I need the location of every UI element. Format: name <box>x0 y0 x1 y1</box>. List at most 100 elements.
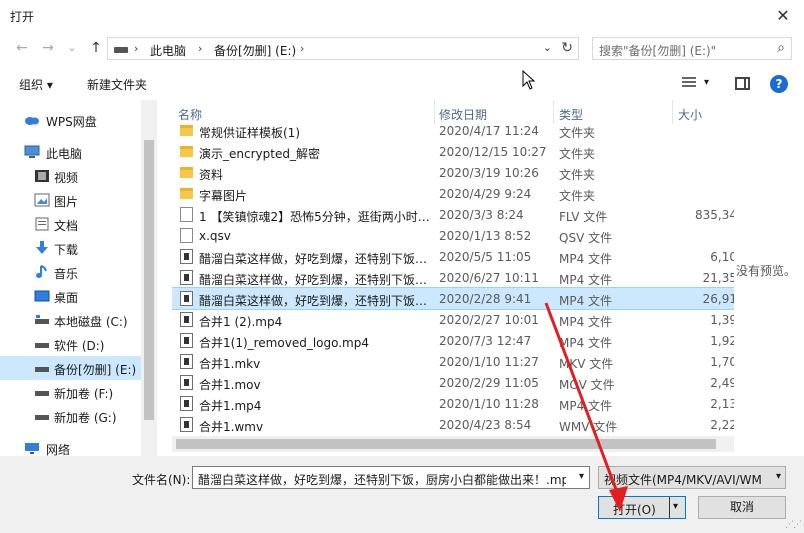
address-bar[interactable]: › 此电脑 › 备份[勿删] (E:) › ⌄ ↻ <box>107 37 579 60</box>
sidebar-item-label: 网络 <box>46 443 71 456</box>
file-type-dropdown-icon[interactable]: ▾ <box>776 471 781 482</box>
resize-grip-icon[interactable]: ⋰⋰ <box>785 520 802 530</box>
file-date-cell: 2020/1/13 8:52 <box>439 229 532 243</box>
file-size-cell: 2,22 <box>710 418 734 432</box>
table-row[interactable]: 醋溜白菜这样做，好吃到爆，还特别下饭… 2020/2/28 9:41 MP4 文件 2… <box>172 287 734 310</box>
sidebar-item-label: 新加卷 (G:) <box>54 411 117 425</box>
sidebar-item-desktop[interactable]: 桌面 <box>0 284 141 308</box>
back-arrow-icon[interactable]: ← <box>12 38 32 58</box>
drive-icon <box>35 343 49 348</box>
table-row[interactable]: 1 【笑镇惊魂2】恐怖5分钟，逛街两小时… 2020/3/3 8:24 FLV 文件… <box>172 204 734 225</box>
navigation-pane: WPS网盘 此电脑 视频 图片 文档 下载 音乐 桌面 本地磁盘 (C:) 软件… <box>0 100 157 456</box>
open-button[interactable]: 打开(O) ▾ <box>598 496 686 519</box>
file-date-cell: 2020/4/23 8:54 <box>439 418 532 432</box>
table-row[interactable]: 字幕图片 2020/4/29 9:24 文件夹 <box>172 183 734 204</box>
forward-arrow-icon[interactable]: → <box>38 38 58 58</box>
column-header-size[interactable]: 大小 <box>678 106 702 123</box>
sidebar-item-drive-g[interactable]: 新加卷 (G:) <box>0 404 141 428</box>
scrollbar-thumb[interactable] <box>176 439 716 449</box>
table-row[interactable]: x.qsv 2020/1/13 8:52 QSV 文件 <box>172 225 734 246</box>
view-options-icon[interactable] <box>682 77 696 89</box>
organize-button[interactable]: 组织 ▾ <box>19 76 53 93</box>
file-name-cell: x.qsv <box>199 229 231 243</box>
sidebar-item-pictures[interactable]: 图片 <box>0 188 141 212</box>
open-options-dropdown-icon[interactable]: ▾ <box>673 501 678 512</box>
sidebar-item-documents[interactable]: 文档 <box>0 212 141 236</box>
file-list-horizontal-scrollbar[interactable] <box>172 436 734 452</box>
sidebar-item-downloads[interactable]: 下载 <box>0 236 141 260</box>
refresh-icon[interactable]: ↻ <box>561 40 573 56</box>
table-row[interactable]: 合并1 (2).mp4 2020/2/27 10:01 MP4 文件 1,39 <box>172 309 734 330</box>
sidebar-item-drive-e[interactable]: 备份[勿删] (E:) <box>0 356 141 380</box>
file-name-cell: 合并1 (2).mp4 <box>199 315 283 329</box>
table-row[interactable]: 醋溜白菜这样做，好吃到爆，还特别下饭… 2020/5/5 11:05 MP4 文件 6… <box>172 246 734 267</box>
filename-label: 文件名(N): <box>132 473 191 487</box>
navigation-pane-scrollbar[interactable] <box>141 100 157 456</box>
file-type-cell: MP4 文件 <box>559 336 613 350</box>
table-row[interactable]: 醋溜白菜这样做，好吃到爆，还特别下饭… 2020/6/27 10:11 MP4 文件… <box>172 267 734 288</box>
recent-locations-chevron-icon[interactable]: ⌄ <box>62 38 82 58</box>
file-size-cell: 2,13 <box>710 397 734 411</box>
file-type-value: 视频文件(MP4/MKV/AVI/WM <box>604 473 762 487</box>
scrollbar-thumb[interactable] <box>144 140 154 420</box>
sidebar-item-drive-d[interactable]: 软件 (D:) <box>0 332 141 356</box>
table-row[interactable]: 合并1.mkv 2020/1/10 11:27 MKV 文件 1,70 <box>172 351 734 372</box>
file-name-cell: 常规供证样模板(1) <box>199 126 300 140</box>
column-divider[interactable] <box>434 100 435 124</box>
table-row[interactable]: 合并1.mp4 2020/1/10 11:28 MP4 文件 2,13 <box>172 393 734 414</box>
table-row[interactable]: 资料 2020/3/19 10:26 文件夹 <box>172 162 734 183</box>
folder-icon <box>180 167 193 178</box>
video-file-icon <box>180 249 193 264</box>
breadcrumb-this-pc[interactable]: 此电脑 <box>150 42 186 59</box>
close-icon[interactable]: ✕ <box>768 4 798 28</box>
breadcrumb-separator-icon[interactable]: › <box>198 42 202 55</box>
column-divider[interactable] <box>553 100 554 124</box>
address-dropdown-icon[interactable]: ⌄ <box>543 41 552 54</box>
column-header: 名称 修改日期 类型 大小 <box>172 100 734 124</box>
table-row[interactable]: 合并1(1)_removed_logo.mp4 2020/7/3 12:47 MP4… <box>172 330 734 351</box>
column-header-date[interactable]: 修改日期 <box>439 106 487 123</box>
file-name-cell: 合并1(1)_removed_logo.mp4 <box>199 336 369 350</box>
help-icon[interactable]: ? <box>770 75 788 93</box>
cancel-button[interactable]: 取消 <box>698 496 786 519</box>
sidebar-item-network[interactable]: 网络 <box>0 436 141 456</box>
file-name-cell: 1 【笑镇惊魂2】恐怖5分钟，逛街两小时… <box>199 210 430 224</box>
table-row[interactable]: 演示_encrypted_解密 2020/12/15 10:27 文件夹 <box>172 141 734 162</box>
search-input[interactable]: 搜索"备份[勿删] (E:)" ⌕ <box>592 37 792 60</box>
sidebar-item-label: 新加卷 (F:) <box>54 387 114 401</box>
view-dropdown-icon[interactable]: ▾ <box>704 77 709 88</box>
filename-value: 醋溜白菜这样做，好吃到爆，还特别下饭，厨房小白都能做出来！.mp <box>198 473 566 487</box>
file-size-cell: 26,91 <box>702 292 734 306</box>
video-folder-icon <box>35 170 49 182</box>
column-header-type[interactable]: 类型 <box>559 106 583 123</box>
column-divider[interactable] <box>672 100 673 124</box>
file-size-cell: 2,49 <box>710 376 734 390</box>
table-row[interactable]: 合并1.mov 2020/2/29 11:05 MOV 文件 2,49 <box>172 372 734 393</box>
sidebar-item-music[interactable]: 音乐 <box>0 260 141 284</box>
sidebar-item-wps-cloud[interactable]: WPS网盘 <box>0 108 141 132</box>
filename-dropdown-icon[interactable]: ▾ <box>579 471 584 482</box>
music-icon <box>36 265 47 278</box>
sidebar-item-this-pc[interactable]: 此电脑 <box>0 140 141 164</box>
title-bar: 打开 ✕ <box>0 0 804 32</box>
sidebar-item-videos[interactable]: 视频 <box>0 164 141 188</box>
up-arrow-icon[interactable]: ↑ <box>86 38 106 58</box>
breadcrumb-separator-icon[interactable]: › <box>134 42 138 55</box>
filename-field[interactable]: 醋溜白菜这样做，好吃到爆，还特别下饭，厨房小白都能做出来！.mp ▾ <box>192 466 590 489</box>
file-type-select[interactable]: 视频文件(MP4/MKV/AVI/WM ▾ <box>598 466 786 489</box>
video-file-icon <box>180 270 193 285</box>
breadcrumb-separator-icon[interactable]: › <box>300 42 304 55</box>
search-icon[interactable]: ⌕ <box>777 40 785 56</box>
preview-pane-icon[interactable] <box>735 77 750 90</box>
sidebar-item-label: 音乐 <box>54 267 79 281</box>
new-folder-button[interactable]: 新建文件夹 <box>87 76 147 93</box>
file-type-cell: MP4 文件 <box>559 399 613 413</box>
sidebar-item-drive-f[interactable]: 新加卷 (F:) <box>0 380 141 404</box>
sidebar-item-drive-c[interactable]: 本地磁盘 (C:) <box>0 308 141 332</box>
sidebar-item-label: 视频 <box>54 171 79 185</box>
column-header-name[interactable]: 名称 <box>178 106 202 123</box>
cloud-icon <box>25 117 39 125</box>
file-name-cell: 合并1.wmv <box>199 420 264 434</box>
table-row[interactable]: 合并1.wmv 2020/4/23 8:54 WMV 文件 2,22 <box>172 414 734 435</box>
breadcrumb-drive-e[interactable]: 备份[勿删] (E:) <box>214 42 296 59</box>
